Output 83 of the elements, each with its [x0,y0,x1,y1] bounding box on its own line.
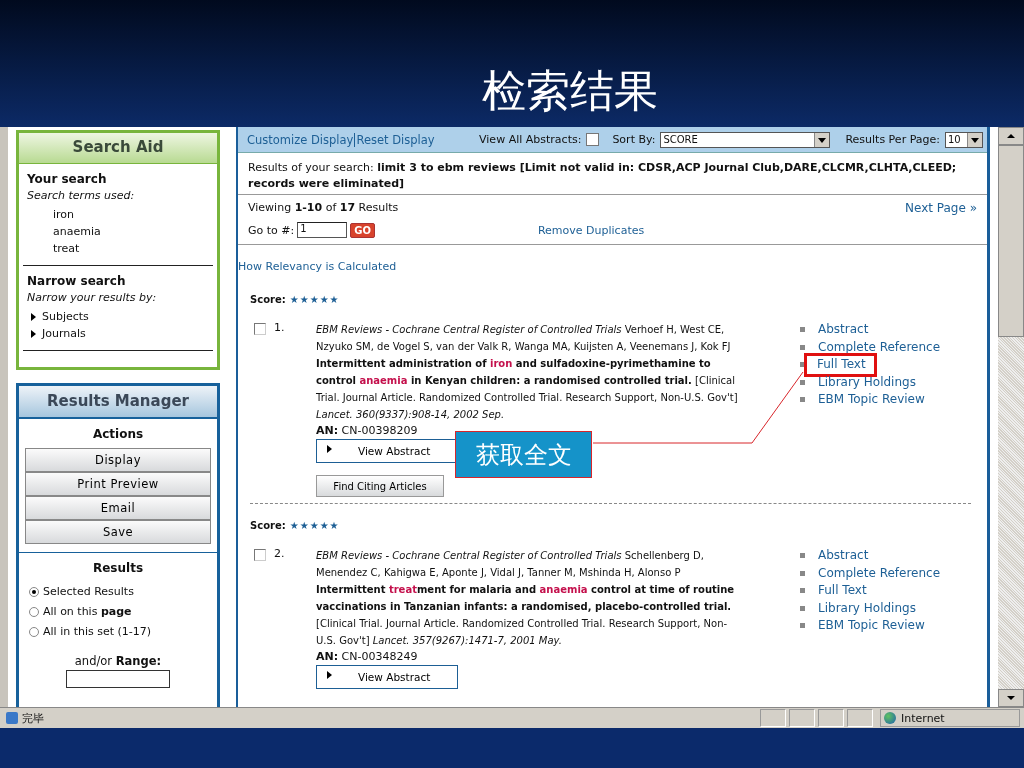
customize-link[interactable]: Customize Display [247,132,354,147]
result-link[interactable]: Full Text [804,353,877,377]
accession-number: AN: CN-00348249 [316,649,419,665]
star-icon: ★ [289,520,299,531]
status-pane [818,709,844,727]
checkbox[interactable] [586,133,600,146]
reset-link[interactable]: Reset Display [356,132,435,147]
score-label: Score: [250,520,286,531]
bullet-icon [800,588,805,594]
bullet-icon [800,553,805,559]
viewing-count: Viewing 1-10 of 17 Results [248,201,399,215]
range-label: and/or Range: [73,654,163,668]
action-button[interactable]: Print Preview [25,472,211,496]
goto-label: Go to #: [248,223,295,237]
action-button[interactable]: Email [25,496,211,520]
search-term: iron [52,207,76,223]
accession-number: AN: CN-00398209 [316,423,419,439]
bullet-icon [800,570,805,576]
search-term: anaemia [52,224,102,240]
bullet-icon [800,327,805,333]
bullet-icon [800,623,805,629]
next-page-link[interactable]: Next Page » [905,201,977,215]
section-subheading: Search terms used: [27,189,136,202]
citation: EBM Reviews - Cochrane Central Register of Controlled Trials Schellenberg D, Menendez C, Kahigwa E, Aponte J, Vidal J, Tanner M, Mshinda H, Alonso P Intermittent treatment for malaria and anaemia control at time of routine vaccinations in Tanzanian infants: a randomised, placebo-controlled trial. [Clinical Trial. Journal Article. Randomized Controlled Trial. Research Support, Non-U.S. Gov't] Lancet. 357(9267):1471-7, 2001 May. [316,549,736,648]
section-heading: Results [91,561,145,575]
view-abstracts-label: View All Abstracts: [479,133,582,146]
star-icon: ★ [309,520,319,531]
search-summary: Results of your search: limit 3 to ebm reviews [Limit not valid in: CDSR,ACP Journal Club,DARE,CLCMR,CLHTA,CLEED; records were eliminated] [238,153,987,195]
section-heading: Narrow search [27,274,127,288]
radio-label: All on this page [43,604,132,620]
star-icon: ★ [319,520,329,531]
status-pane [789,709,815,727]
range-field[interactable] [66,670,170,688]
zone-label: Internet [901,711,945,725]
section-subheading: Narrow your results by: [27,291,158,304]
star-icon: ★ [289,294,299,305]
per-page-label: Results Per Page: [845,133,940,146]
per-page-dropdown[interactable]: 10 [945,131,983,148]
view-abstract-button[interactable]: View Abstract [316,439,458,463]
sort-dropdown[interactable]: SCORE [660,131,831,148]
checkbox[interactable] [254,549,266,561]
search-term: treat [52,241,81,257]
status-pane [760,709,786,727]
result-number: 1. [274,321,285,334]
star-icon: ★ [329,520,339,531]
sort-label: Sort By: [612,133,656,146]
narrow-item[interactable]: Subjects [27,308,209,325]
result-number: 2. [274,547,285,560]
checkbox[interactable] [254,323,266,335]
callout-box: 获取全文 [455,431,592,478]
section-heading: Actions [91,427,145,441]
citation: EBM Reviews - Cochrane Central Register of Controlled Trials Verhoef H, West CE, Nzyuko SM, de Vogel S, van der Valk R, Wanga MA, Kuijsten A, Veenemans J, Kok FJ Intermittent administration of iron and sulfadoxine-pyrimethamine to control anaemia in Kenyan children: a randomised controlled trial. [Clinical Trial. Journal Article. Randomized Controlled Trial. Research Support, Non-U.S. Gov't] Lancet. 360(9337):908-14, 2002 Sep. [316,323,739,422]
go-button[interactable]: GO [350,222,375,238]
star-icon: ★ [309,294,319,305]
panel-header: Search Aid [19,133,217,164]
score-label: Score: [250,294,286,305]
find-citing-button[interactable]: Find Citing Articles [316,475,444,497]
star-icon: ★ [329,294,339,305]
bullet-icon [800,379,805,385]
globe-icon [884,712,896,724]
star-icon: ★ [299,294,309,305]
radio-label: Selected Results [43,584,134,600]
bullet-icon [800,344,805,350]
narrow-item[interactable]: Journals [27,325,209,342]
view-abstract-button[interactable]: View Abstract [316,665,458,689]
bullet-icon [800,605,805,611]
action-button[interactable]: Display [25,448,211,472]
goto-field[interactable]: 1 [297,222,348,238]
panel-header: Results Manager [19,386,217,419]
star-icon: ★ [319,294,329,305]
radio-label: All in this set (1-17) [43,624,152,640]
status-text: 完毕 [22,710,45,726]
bullet-icon [800,397,805,403]
bullet-icon [800,362,805,368]
action-button[interactable]: Save [25,520,211,544]
page-icon [6,712,18,724]
star-icon: ★ [299,520,309,531]
scrollbar[interactable] [998,127,1024,708]
remove-duplicates-link[interactable]: Remove Duplicates [537,223,645,237]
section-heading: Your search [27,172,108,186]
relevancy-link[interactable]: How Relevancy is Calculated [238,260,987,274]
slide-title: 检索结果 [481,64,658,118]
status-pane [847,709,873,727]
